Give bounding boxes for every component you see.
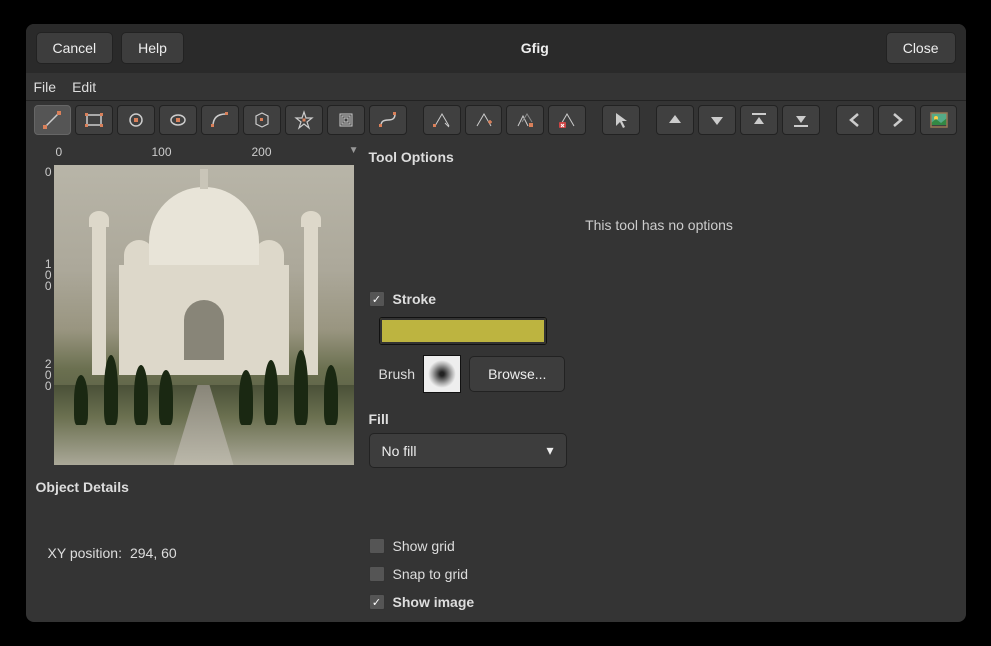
content: 0 100 200 ▼ ▲ ▶ 0 1 0 0 2 0 0 <box>26 139 966 622</box>
tool-star[interactable] <box>285 105 323 135</box>
stroke-label: Stroke <box>393 291 437 307</box>
menu-file[interactable]: File <box>34 79 57 95</box>
titlebar: Cancel Help Gfig Close <box>26 24 966 73</box>
gfig-window: Cancel Help Gfig Close File Edit <box>26 24 966 622</box>
tool-polygon[interactable] <box>243 105 281 135</box>
snap-grid-label: Snap to grid <box>393 566 469 582</box>
show-grid-label: Show grid <box>393 538 455 554</box>
snap-grid-checkbox[interactable] <box>369 566 385 582</box>
tool-delete[interactable] <box>548 105 586 135</box>
object-details-title: Object Details <box>36 479 361 495</box>
brush-preview[interactable] <box>423 355 461 393</box>
object-details: Object Details XY position: 294, 60 <box>34 479 361 561</box>
ruler-horizontal: 0 100 200 ▼ <box>54 143 361 165</box>
window-title: Gfig <box>192 40 878 56</box>
tool-move-object[interactable] <box>465 105 503 135</box>
tool-bezier[interactable] <box>369 105 407 135</box>
cancel-button[interactable]: Cancel <box>36 32 114 64</box>
browse-button[interactable]: Browse... <box>469 356 565 392</box>
tool-ellipse[interactable] <box>159 105 197 135</box>
tool-rectangle[interactable] <box>75 105 113 135</box>
stroke-color-swatch[interactable] <box>379 317 547 345</box>
canvas-preview[interactable] <box>54 165 354 465</box>
tool-bottom[interactable] <box>782 105 820 135</box>
fill-select[interactable]: No fill ▾ <box>369 433 567 468</box>
tool-top[interactable] <box>740 105 778 135</box>
fill-label: Fill <box>369 411 950 427</box>
tool-move-point[interactable] <box>423 105 461 135</box>
tool-lower[interactable] <box>698 105 736 135</box>
tool-next[interactable] <box>878 105 916 135</box>
ruler-vertical: 0 1 0 0 2 0 0 <box>34 165 54 465</box>
tool-line[interactable] <box>34 105 72 135</box>
chevron-down-icon: ▾ <box>546 442 553 459</box>
tool-options-title: Tool Options <box>369 149 950 165</box>
tool-spiral[interactable] <box>327 105 365 135</box>
menubar: File Edit <box>26 73 966 101</box>
close-button[interactable]: Close <box>886 32 956 64</box>
brush-label: Brush <box>379 366 416 382</box>
tool-arc[interactable] <box>201 105 239 135</box>
right-panel: Tool Options This tool has no options St… <box>361 139 966 622</box>
help-button[interactable]: Help <box>121 32 184 64</box>
show-grid-checkbox[interactable] <box>369 538 385 554</box>
no-options-text: This tool has no options <box>369 217 950 233</box>
tool-prev[interactable] <box>836 105 874 135</box>
tool-show-all[interactable] <box>920 105 958 135</box>
tool-copy[interactable] <box>506 105 544 135</box>
toolbar <box>26 101 966 139</box>
ruler-arrow-icon: ▼ <box>349 145 359 156</box>
xy-label: XY position: <box>48 545 122 561</box>
show-image-label: Show image <box>393 594 475 610</box>
tool-raise[interactable] <box>656 105 694 135</box>
left-panel: 0 100 200 ▼ ▲ ▶ 0 1 0 0 2 0 0 <box>26 139 361 622</box>
xy-value: 294, 60 <box>130 545 177 561</box>
menu-edit[interactable]: Edit <box>72 79 96 95</box>
show-image-checkbox[interactable] <box>369 594 385 610</box>
tool-select[interactable] <box>602 105 640 135</box>
stroke-checkbox[interactable] <box>369 291 385 307</box>
tool-circle[interactable] <box>117 105 155 135</box>
